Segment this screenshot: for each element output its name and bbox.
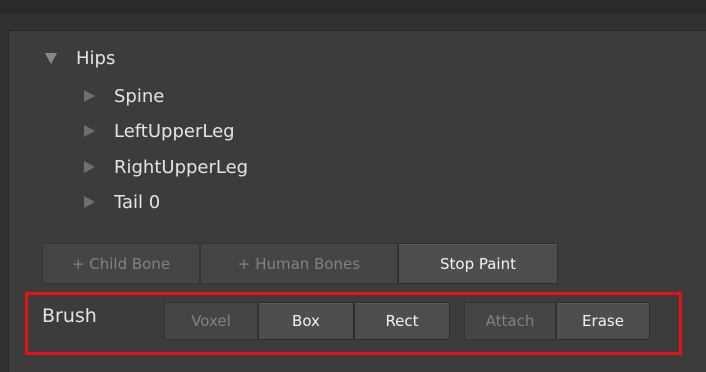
triangle-right-icon[interactable] bbox=[82, 196, 96, 208]
tree-item-label: RightUpperLeg bbox=[114, 156, 249, 178]
brush-voxel-button[interactable]: Voxel bbox=[164, 302, 258, 340]
inspector-window: Hips Spine LeftUpperLeg RightUpperLeg Ta… bbox=[0, 0, 706, 372]
tree-item-label: Tail 0 bbox=[114, 191, 161, 213]
brush-label: Brush bbox=[42, 305, 97, 327]
tree-item-tail-0[interactable]: Tail 0 bbox=[82, 189, 160, 215]
add-human-bones-button[interactable]: + Human Bones bbox=[200, 243, 398, 284]
window-top-strip bbox=[0, 0, 706, 14]
brush-box-button[interactable]: Box bbox=[258, 302, 354, 340]
brush-attach-button[interactable]: Attach bbox=[464, 302, 556, 340]
tree-item-leftupperleg[interactable]: LeftUpperLeg bbox=[82, 118, 235, 144]
triangle-down-icon[interactable] bbox=[44, 52, 58, 64]
tree-item-rightupperleg[interactable]: RightUpperLeg bbox=[82, 154, 248, 180]
tree-item-label: LeftUpperLeg bbox=[114, 120, 235, 142]
triangle-right-icon[interactable] bbox=[82, 161, 96, 173]
tree-item-spine[interactable]: Spine bbox=[82, 83, 164, 109]
tree-item-label: Spine bbox=[114, 85, 165, 107]
stop-paint-button[interactable]: Stop Paint bbox=[398, 243, 558, 284]
tree-item-label: Hips bbox=[76, 47, 116, 69]
brush-rect-button[interactable]: Rect bbox=[354, 302, 450, 340]
brush-erase-button[interactable]: Erase bbox=[556, 302, 650, 340]
add-child-bone-button[interactable]: + Child Bone bbox=[42, 243, 200, 284]
tree-item-hips[interactable]: Hips bbox=[44, 45, 115, 71]
triangle-right-icon[interactable] bbox=[82, 125, 96, 137]
triangle-right-icon[interactable] bbox=[82, 90, 96, 102]
